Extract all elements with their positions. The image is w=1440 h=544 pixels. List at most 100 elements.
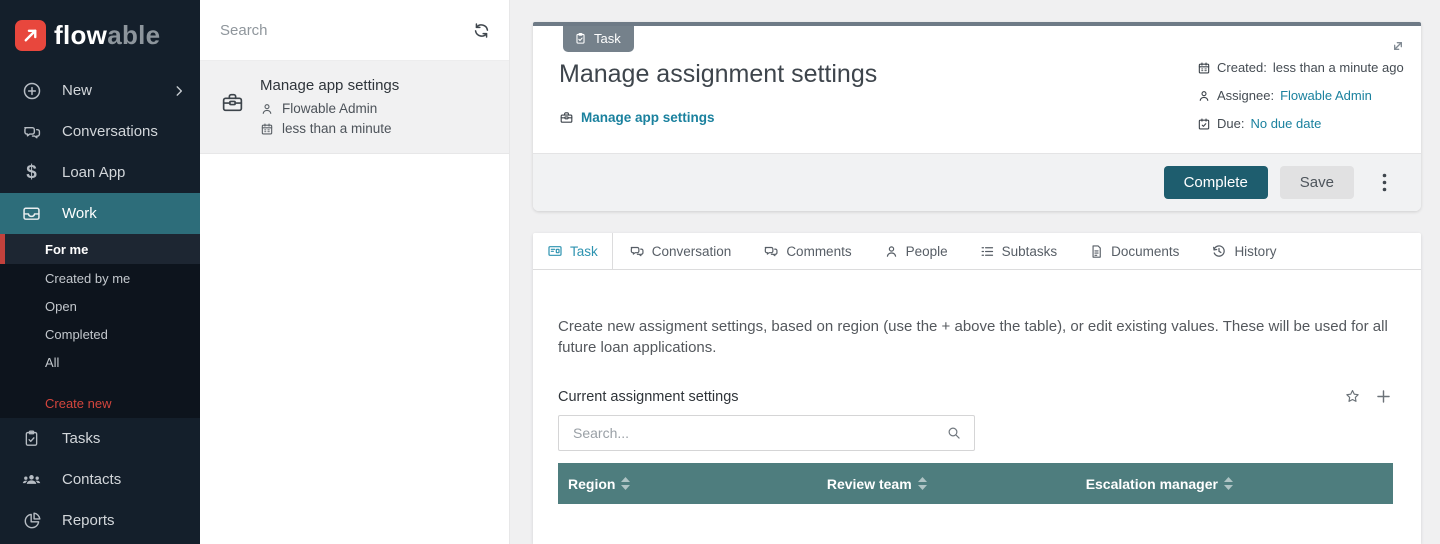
task-list-pane: Manage app settings Flowable Admin less … <box>200 0 510 544</box>
sidebar-item-label: Tasks <box>62 430 100 447</box>
created-label: Created: <box>1217 60 1267 75</box>
sidebar-item-reports[interactable]: Reports <box>0 500 200 541</box>
column-header-region[interactable]: Region <box>558 476 817 492</box>
save-button[interactable]: Save <box>1280 166 1354 199</box>
assignee-label: Assignee: <box>1217 88 1274 103</box>
app-root: flowable New Conversations $ Loan App <box>0 0 1440 544</box>
task-list-item-assignee: Flowable Admin <box>282 101 377 116</box>
person-icon <box>884 244 899 259</box>
flowable-logo-text: flowable <box>54 20 160 51</box>
task-actions-bar: Complete Save <box>533 153 1421 211</box>
list-search-input[interactable] <box>218 21 472 40</box>
created-value: less than a minute ago <box>1273 60 1404 75</box>
task-header-left: Manage assignment settings Manage app se… <box>559 60 877 131</box>
pie-chart-icon <box>21 511 42 531</box>
person-icon <box>260 102 274 116</box>
sidebar-item-label: Loan App <box>62 164 125 181</box>
sidebar-item-label: Reports <box>62 512 115 529</box>
settings-table-header: Region Review team Escalation manager <box>558 463 1393 504</box>
form-card-icon <box>547 243 563 259</box>
calendar-check-icon <box>1197 117 1211 131</box>
plus-circle-icon <box>21 81 42 101</box>
section-title: Current assignment settings <box>558 389 739 405</box>
tab-people[interactable]: People <box>868 233 964 269</box>
kebab-menu-icon[interactable] <box>1374 169 1395 196</box>
person-icon <box>1197 89 1211 103</box>
calendar-icon <box>1197 61 1211 75</box>
main-content: Task Manage assignment settings Manage a… <box>510 0 1440 544</box>
tab-comments[interactable]: Comments <box>747 233 867 269</box>
due-link[interactable]: No due date <box>1250 116 1321 131</box>
clipboard-check-icon <box>21 429 42 448</box>
subnav-item-all[interactable]: All <box>0 348 200 376</box>
calendar-icon <box>260 122 274 136</box>
sidebar-item-contacts[interactable]: Contacts <box>0 459 200 500</box>
section-actions <box>1344 387 1393 406</box>
task-type-badge: Task <box>563 26 634 52</box>
briefcase-icon <box>220 90 245 141</box>
task-list-item-time-row: less than a minute <box>260 121 399 136</box>
tab-conversation[interactable]: Conversation <box>613 233 748 269</box>
flowable-logo: flowable <box>0 0 200 70</box>
sidebar-item-loan-app[interactable]: $ Loan App <box>0 152 200 193</box>
refresh-icon[interactable] <box>472 21 491 40</box>
sidebar-item-label: Conversations <box>62 123 158 140</box>
chevron-right-icon <box>172 84 186 98</box>
star-icon[interactable] <box>1344 388 1361 405</box>
task-meta: Created: less than a minute ago Assignee… <box>1197 60 1393 131</box>
sidebar-item-tasks[interactable]: Tasks <box>0 418 200 459</box>
parent-case-row: Manage app settings <box>559 110 877 125</box>
page-title: Manage assignment settings <box>559 60 877 89</box>
search-icon[interactable] <box>946 425 962 441</box>
sort-icon <box>621 477 630 490</box>
dollar-icon: $ <box>21 163 42 182</box>
parent-case-link[interactable]: Manage app settings <box>581 110 715 125</box>
task-description: Create new assigment settings, based on … <box>558 316 1393 358</box>
column-header-review-team[interactable]: Review team <box>817 476 1076 492</box>
work-subnav: For me Created by me Open Completed All … <box>0 234 200 418</box>
sidebar-item-label: Work <box>62 205 97 222</box>
task-list-item[interactable]: Manage app settings Flowable Admin less … <box>200 61 509 154</box>
sidebar-item-work[interactable]: Work <box>0 193 200 234</box>
clipboard-icon <box>574 32 587 45</box>
assignee-link[interactable]: Flowable Admin <box>1280 88 1372 103</box>
flowable-logo-icon <box>15 20 46 51</box>
sidebar-item-label: New <box>62 82 92 99</box>
subnav-item-created-by-me[interactable]: Created by me <box>0 264 200 292</box>
tab-history[interactable]: History <box>1195 233 1292 269</box>
inbox-tray-icon <box>21 203 42 224</box>
list-search-row <box>200 0 509 61</box>
task-list-item-time: less than a minute <box>282 121 392 136</box>
expand-icon[interactable] <box>1390 38 1406 54</box>
subnav-item-completed[interactable]: Completed <box>0 320 200 348</box>
tab-documents[interactable]: Documents <box>1073 233 1195 269</box>
section-header: Current assignment settings <box>558 387 1393 406</box>
add-row-plus-icon[interactable] <box>1374 387 1393 406</box>
column-header-escalation-manager[interactable]: Escalation manager <box>1076 476 1393 492</box>
tab-task[interactable]: Task <box>533 233 613 269</box>
tab-subtasks[interactable]: Subtasks <box>964 233 1074 269</box>
list-icon <box>980 244 995 259</box>
people-group-icon <box>21 469 42 490</box>
subnav-item-for-me[interactable]: For me <box>0 234 200 264</box>
sidebar-item-conversations[interactable]: Conversations <box>0 111 200 152</box>
task-detail-card: Task Conversation Comments <box>533 233 1421 544</box>
chat-bubbles-icon <box>763 243 779 259</box>
task-header-card: Task Manage assignment settings Manage a… <box>533 22 1421 211</box>
subnav-item-open[interactable]: Open <box>0 292 200 320</box>
due-row: Due: No due date <box>1197 116 1393 131</box>
table-search-box <box>558 415 975 451</box>
task-list-item-content: Manage app settings Flowable Admin less … <box>260 77 399 141</box>
task-header-body: Manage assignment settings Manage app se… <box>533 26 1421 153</box>
due-label: Due: <box>1217 116 1244 131</box>
detail-tabs: Task Conversation Comments <box>533 233 1421 270</box>
sidebar-item-new[interactable]: New <box>0 70 200 111</box>
document-icon <box>1089 244 1104 259</box>
table-search-input[interactable] <box>571 424 946 442</box>
briefcase-icon <box>559 110 574 125</box>
chat-bubbles-icon <box>629 243 645 259</box>
history-icon <box>1211 243 1227 259</box>
sort-icon <box>1224 477 1233 490</box>
complete-button[interactable]: Complete <box>1164 166 1268 199</box>
subnav-item-create-new[interactable]: Create new <box>0 390 200 418</box>
